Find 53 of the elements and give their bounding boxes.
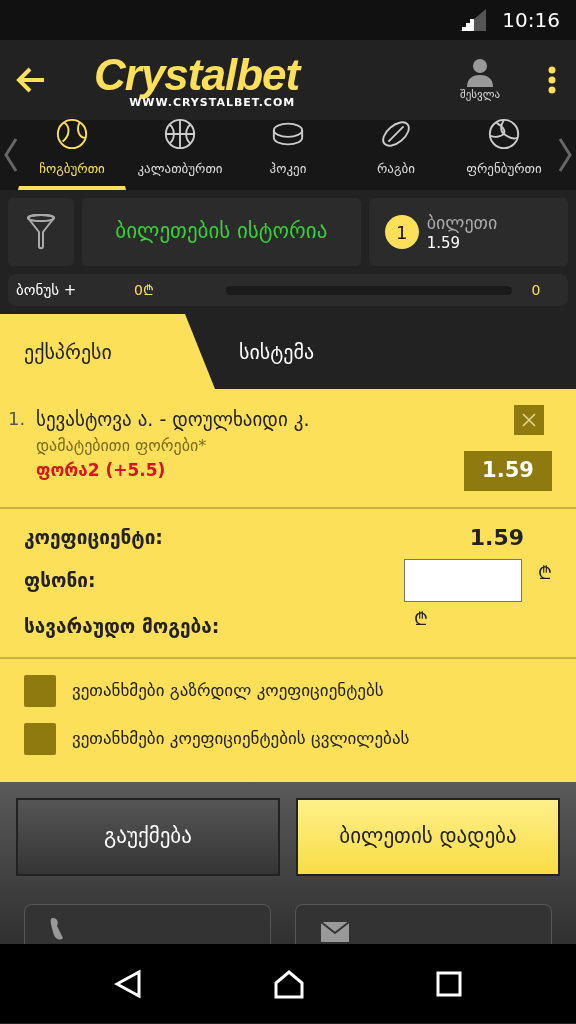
- selection-number: 1.: [8, 407, 27, 431]
- back-nav-icon[interactable]: [113, 968, 142, 999]
- currency-symbol: ₾: [414, 606, 428, 631]
- place-bet-button[interactable]: ბილეთის დადება: [296, 798, 560, 876]
- tennis-ball-icon: [54, 117, 90, 151]
- envelope-icon: [320, 920, 350, 944]
- clock-time: 10:16: [502, 7, 560, 34]
- sport-tab[interactable]: კალათბურთი: [126, 120, 234, 190]
- user-icon: [465, 56, 495, 87]
- sport-tab[interactable]: ჰოკეი: [234, 120, 342, 190]
- checkbox[interactable]: [24, 723, 56, 755]
- pick-name: ფორა2 (+5.5): [36, 458, 167, 482]
- home-nav-icon[interactable]: [273, 968, 305, 999]
- recents-nav-icon[interactable]: [436, 970, 463, 997]
- ticket-history-button[interactable]: ბილეთების ისტორია: [82, 198, 361, 266]
- chevron-left-icon[interactable]: [4, 137, 18, 173]
- option-label: ვეთანხმები კოეფიციენტების ცვლილებას: [72, 727, 410, 751]
- volleyball-icon: [486, 117, 522, 151]
- logo: Crystalbet: [94, 52, 300, 97]
- selection-odds: 1.59: [464, 451, 552, 491]
- cancel-button[interactable]: გაუქმება: [16, 798, 280, 876]
- sport-tab[interactable]: რაგბი: [342, 120, 450, 190]
- ticket-odds: 1.59: [426, 235, 462, 251]
- funnel-icon: [26, 214, 56, 250]
- back-arrow-icon[interactable]: [16, 67, 46, 93]
- odds-value: 1.59: [469, 523, 524, 552]
- basketball-icon: [162, 117, 198, 151]
- filter-button[interactable]: [8, 198, 74, 266]
- currency-symbol: ₾: [538, 560, 552, 585]
- signal-icon: [460, 9, 487, 31]
- sport-tab[interactable]: ფრენბურთი: [450, 120, 558, 190]
- potential-win-label: სავარაუდო მოგება:: [24, 613, 221, 640]
- close-icon: [521, 412, 537, 428]
- close-button[interactable]: [514, 405, 544, 435]
- bet-type-tab[interactable]: ექსპრესი: [0, 314, 215, 389]
- ticket-label: ბილეთი: [426, 213, 498, 232]
- email-contact-button[interactable]: [295, 904, 552, 944]
- count-badge: 1: [384, 215, 419, 249]
- checkbox[interactable]: [24, 675, 56, 707]
- login-button[interactable]: შესვლა: [460, 56, 500, 104]
- more-menu-icon[interactable]: [548, 66, 556, 94]
- bet-type-tab[interactable]: სისტემა: [215, 314, 339, 389]
- event-name: სევასტოვა ა. - დოულხაიდი კ.: [36, 407, 311, 433]
- bonus-label: ბონუს +: [16, 279, 78, 301]
- bonus-amount: 0₾: [134, 280, 155, 300]
- market-name: დამატებითი ფორები*: [36, 434, 208, 457]
- chevron-right-icon[interactable]: [558, 137, 572, 173]
- stake-input[interactable]: [404, 558, 522, 602]
- stake-label: ფსონი:: [24, 567, 96, 594]
- bonus-count: 0: [530, 280, 542, 300]
- option-label: ვეთანხმები გაზრდილ კოეფიციენტებს: [72, 679, 384, 703]
- ticket-counter[interactable]: 1 ბილეთი 1.59: [368, 198, 568, 266]
- odds-label: კოეფიციენტი:: [24, 524, 163, 551]
